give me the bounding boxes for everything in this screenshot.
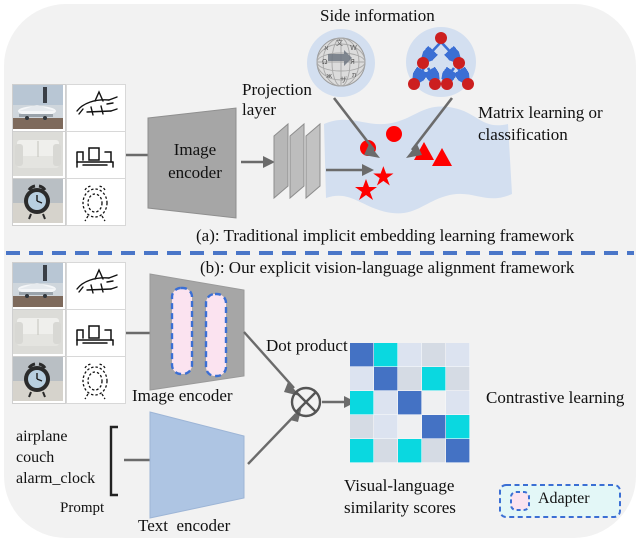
couch-sketch [66,309,126,357]
matrix-learning-label-line1: Matrix learning or [478,103,603,122]
svg-text:ж: ж [326,72,333,80]
image-encoder-a-label-line2: encoder [168,163,222,182]
adapter-strip [204,292,228,378]
couch-photo [12,131,66,179]
heatmap-cell [374,343,398,367]
dot-product-operator-icon [290,386,322,418]
alarm-clock-sketch [66,356,126,404]
figure-root: Image encoder Projection layer Side info… [0,0,640,542]
heatmap-cell [350,439,374,463]
heatmap-cell [446,415,470,439]
heatmap-cell [374,439,398,463]
svg-text:ת: ת [352,71,357,79]
heatmap-cell [446,439,470,463]
image-encoder-a-label-line1: Image [173,140,217,159]
heatmap-cell [422,439,446,463]
svg-text:Ω: Ω [322,58,328,66]
airplane-sketch [66,262,126,310]
projection-layer-label-line2: layer [242,100,276,119]
airplane-sketch [66,84,126,132]
contrastive-learning-label: Contrastive learning [486,388,625,407]
heatmap-cell [446,391,470,415]
couch-photo [12,309,66,357]
marker-star [355,179,377,200]
svg-text:א: א [324,44,329,52]
heatmap-cell [374,367,398,391]
alarm-clock-sketch [66,178,126,226]
section-divider [6,251,634,255]
marker-star [373,166,394,186]
heatmap-cell [398,367,422,391]
wikipedia-globe-icon: א文W ΩЯ жザת [306,28,376,98]
heatmap-cell [446,367,470,391]
couch-sketch [66,131,126,179]
airplane-photo [12,262,66,310]
image-encoder-b [149,273,245,391]
similarity-matrix-heatmap [350,343,470,463]
heatmap-cell [374,415,398,439]
caption-section-a: (a): Traditional implicit embedding lear… [196,226,575,245]
svg-text:文: 文 [336,38,343,47]
heatmap-cell [398,391,422,415]
side-information-label: Side information [320,6,435,25]
heatmap-cell [350,367,374,391]
heatmap-cell [422,367,446,391]
matrix-learning-label-line2: classification [478,125,568,144]
prompt-item-alarm-clock: alarm_clock [16,470,96,487]
airplane-photo [12,84,66,132]
heatmap-cell [374,391,398,415]
heatmap-cell [350,391,374,415]
text-encoder-label: Text encoder [138,516,231,535]
prompt-bracket-icon [109,425,118,497]
alarm-clock-photo [12,178,66,226]
prompt-label: Prompt [60,500,105,516]
prompt-item-airplane: airplane [16,428,68,445]
heatmap-cell [350,415,374,439]
caption-section-b: (b): Our explicit vision-language alignm… [200,258,575,277]
hierarchy-graph-icon [404,26,478,98]
adapter-strip [170,286,194,376]
image-encoder-b-label: Image encoder [132,386,233,405]
text-encoder [149,411,245,519]
heatmap-cell [398,343,422,367]
similarity-label-line2: similarity scores [344,498,456,517]
heatmap-cell [422,391,446,415]
heatmap-cell [350,343,374,367]
heatmap-cell [422,415,446,439]
svg-text:ザ: ザ [340,76,347,84]
arrow-encoder-to-projection [241,156,275,168]
prompt-item-couch: couch [16,449,55,466]
similarity-label-line1: Visual-language [344,476,455,495]
alarm-clock-photo [12,356,66,404]
heatmap-cell [398,415,422,439]
heatmap-cell [422,343,446,367]
heatmap-cell [398,439,422,463]
projection-layer-label-line1: Projection [242,80,312,99]
adapter-legend-label: Adapter [538,490,590,507]
adapter-legend-box: Adapter [498,483,622,519]
svg-text:W: W [350,44,357,52]
arrow-graph-to-space [406,97,454,158]
heatmap-cell [446,343,470,367]
